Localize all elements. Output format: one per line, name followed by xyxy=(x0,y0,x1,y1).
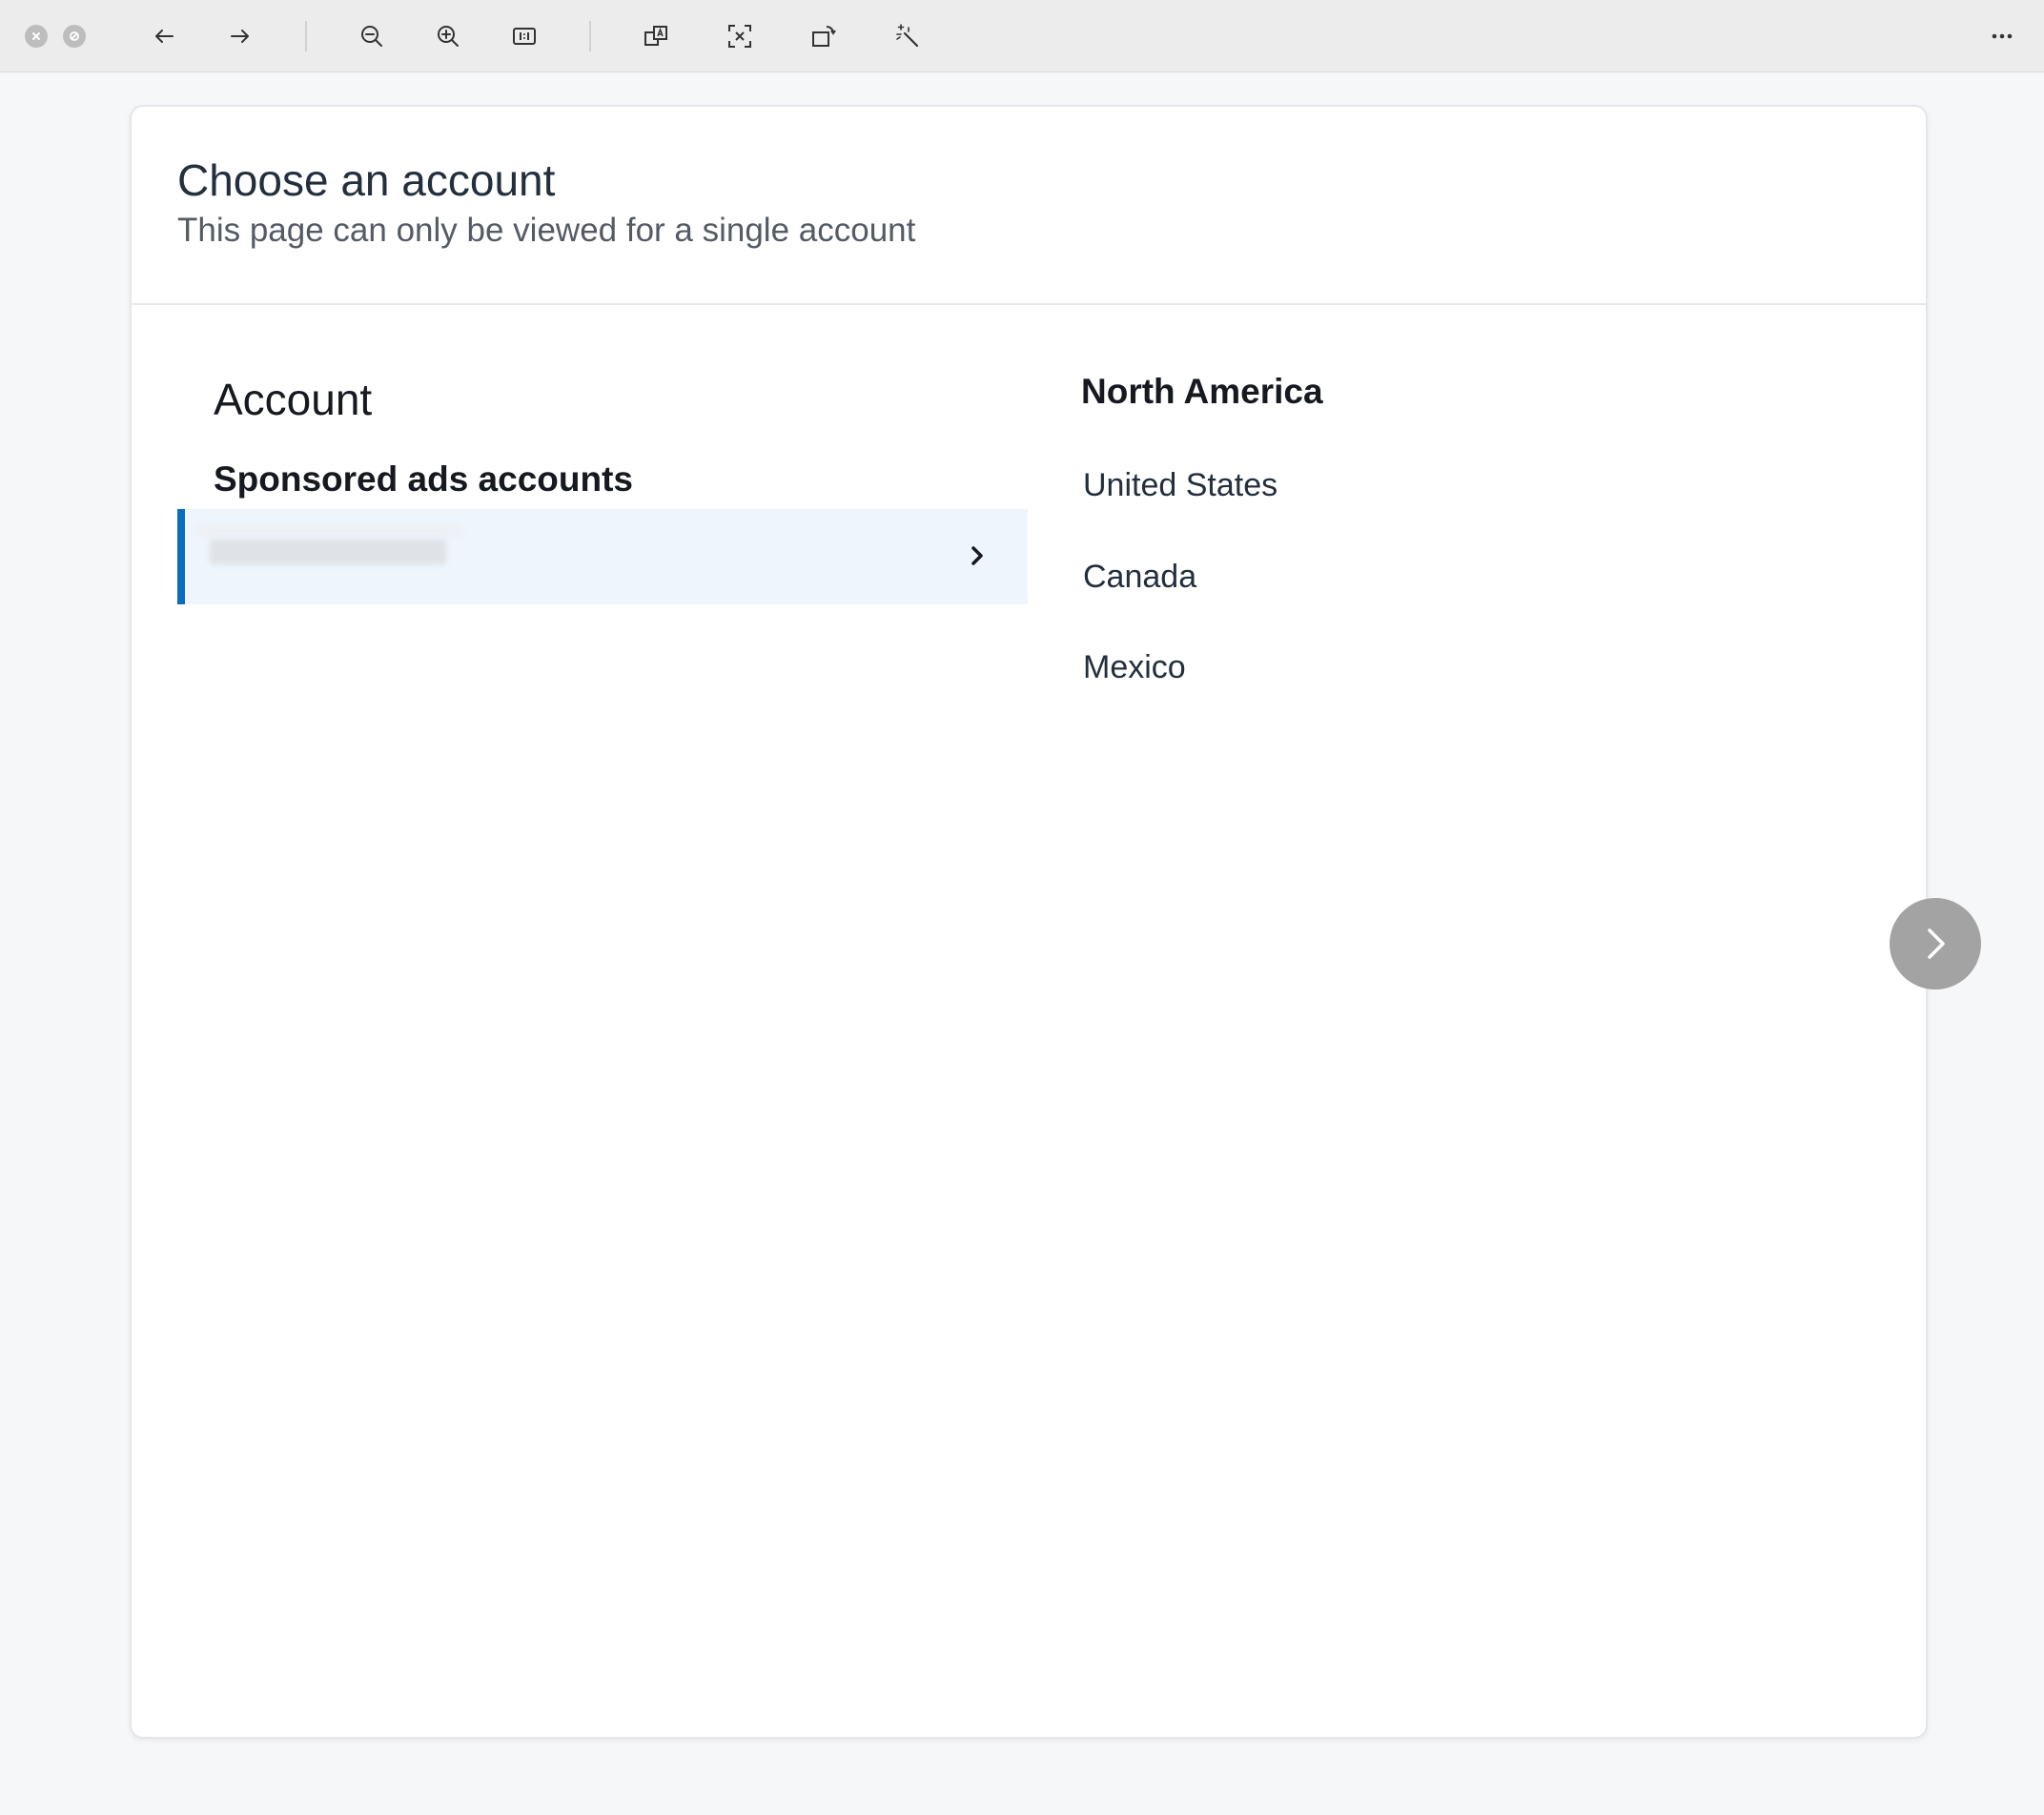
forward-arrow-icon[interactable] xyxy=(219,15,261,57)
redacted-account-name xyxy=(210,540,446,564)
more-icon[interactable] xyxy=(1981,15,2023,57)
country-item-united-states[interactable]: United States xyxy=(1083,467,1278,504)
block-icon[interactable] xyxy=(63,25,86,48)
zoom-in-icon[interactable] xyxy=(427,15,469,57)
next-page-button[interactable] xyxy=(1890,898,1981,989)
account-chooser-card: Choose an account This page can only be … xyxy=(130,105,1928,1739)
viewer-toolbar xyxy=(0,0,2044,72)
page-subtitle: This page can only be viewed for a singl… xyxy=(177,212,916,249)
chevron-right-icon xyxy=(1928,928,1945,959)
text-extract-icon[interactable] xyxy=(719,15,761,57)
actual-size-icon[interactable] xyxy=(503,15,545,57)
account-list-item[interactable] xyxy=(177,509,1028,604)
zoom-out-icon[interactable] xyxy=(351,15,393,57)
toolbar-divider xyxy=(589,21,591,51)
rotate-icon[interactable] xyxy=(803,15,845,57)
redacted-account-name xyxy=(196,526,463,536)
close-icon[interactable] xyxy=(25,25,48,48)
back-arrow-icon[interactable] xyxy=(143,15,185,57)
translate-icon[interactable] xyxy=(635,15,677,57)
country-item-canada[interactable]: Canada xyxy=(1083,559,1196,596)
sponsored-ads-accounts-label: Sponsored ads accounts xyxy=(214,459,633,499)
magic-wand-icon[interactable] xyxy=(887,15,929,57)
account-section-title: Account xyxy=(214,375,373,424)
page-title: Choose an account xyxy=(177,155,556,205)
country-item-mexico[interactable]: Mexico xyxy=(1083,649,1186,686)
toolbar-divider xyxy=(305,21,307,51)
region-title: North America xyxy=(1081,372,1323,411)
chevron-right-icon xyxy=(971,546,983,565)
card-header: Choose an account This page can only be … xyxy=(132,107,1926,305)
